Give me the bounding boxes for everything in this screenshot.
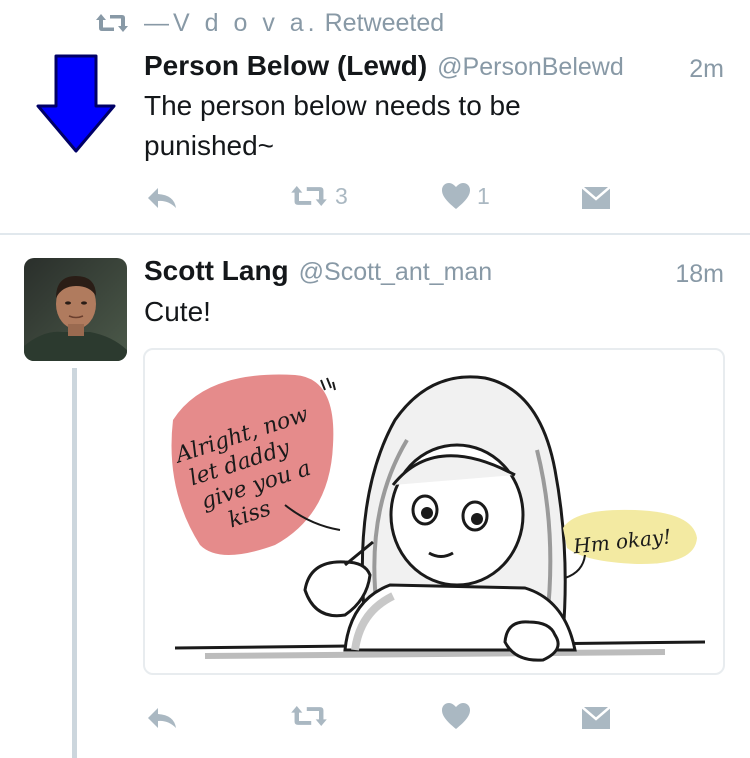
retweet-icon [291,186,327,206]
direct-message-button[interactable] [581,706,611,730]
profile-photo[interactable] [24,258,127,361]
like-count: 1 [477,182,490,209]
heart-icon [442,183,470,209]
tweet-media-image[interactable]: Alright, now let daddy give you a kiss H… [143,348,725,675]
avatar-image [24,258,127,361]
reply-icon [148,188,176,208]
tweet-text-line: The person below needs to be [144,90,521,121]
reply-button[interactable] [146,706,178,730]
reply-button[interactable] [146,186,178,210]
retweet-count: 3 [335,182,348,209]
like-button[interactable]: 1 [441,182,490,210]
retweet-button[interactable] [289,702,329,730]
display-name[interactable]: Scott Lang [144,255,289,286]
user-handle[interactable]: @PersonBelewd [437,53,624,81]
comic-illustration: Alright, now let daddy give you a kiss H… [171,374,706,662]
tweet-1[interactable]: Person Below (Lewd) @PersonBelewd 2m The … [0,0,750,233]
envelope-icon [581,186,611,209]
direct-message-button[interactable] [581,186,611,210]
timestamp[interactable]: 2m [689,55,724,84]
tweet-text: Cute! [144,296,211,327]
tweet-text: The person below needs to be punished~ [144,86,521,166]
tweet-1-header: Person Below (Lewd) @PersonBelewd [144,50,624,82]
retweet-button[interactable]: 3 [289,182,348,210]
retweet-icon [291,706,327,726]
tweet-text-line: punished~ [144,130,275,161]
heart-icon [442,703,470,729]
timestamp[interactable]: 18m [675,260,724,289]
tweet-2-header: Scott Lang @Scott_ant_man [144,255,492,287]
reply-icon [148,708,176,728]
display-name[interactable]: Person Below (Lewd) [144,50,427,81]
thread-connector-line [72,368,77,758]
down-arrow-icon[interactable] [34,54,118,154]
user-handle[interactable]: @Scott_ant_man [299,258,493,286]
envelope-icon [581,706,611,729]
like-button[interactable] [441,702,471,730]
